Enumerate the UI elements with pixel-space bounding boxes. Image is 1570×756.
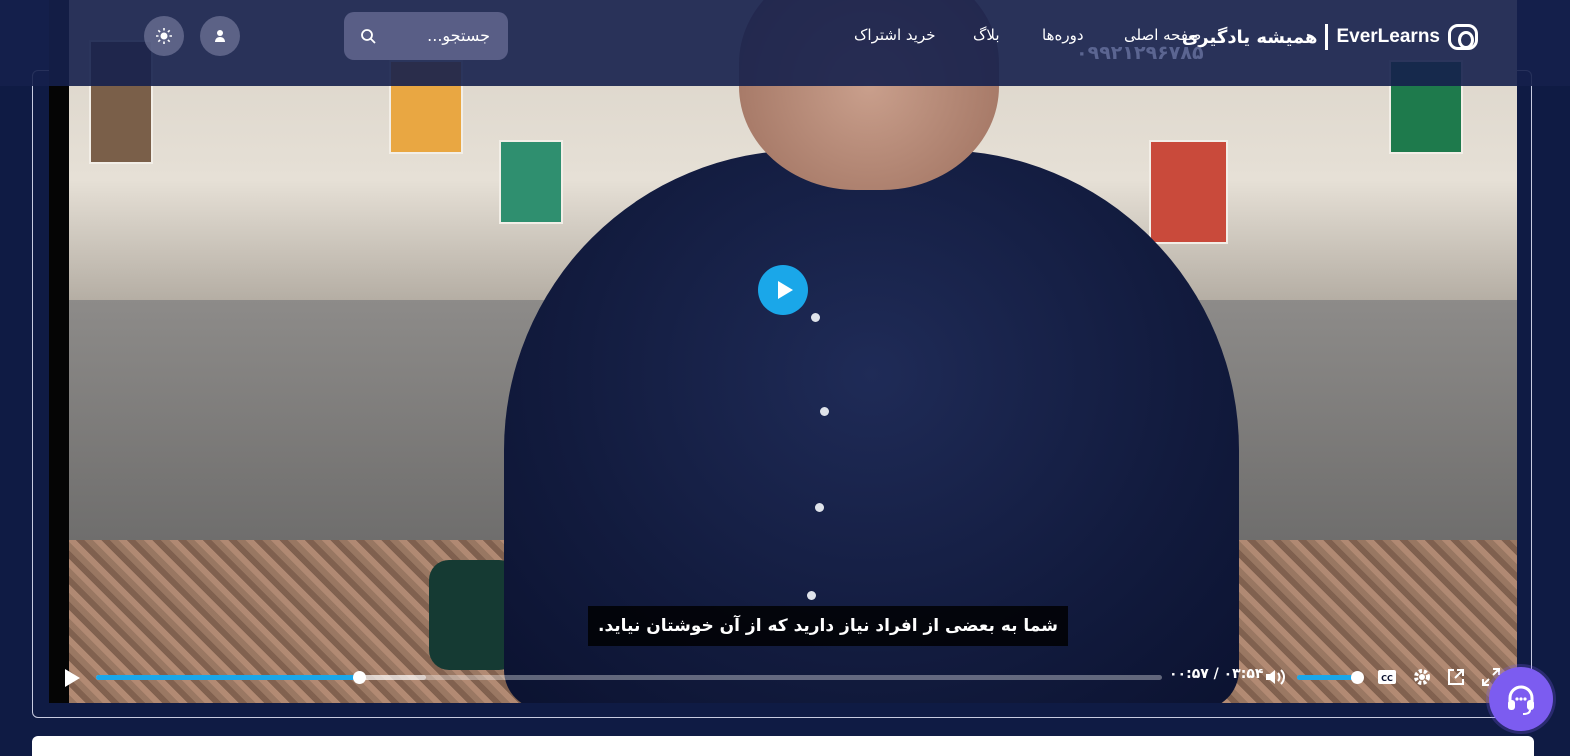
big-play-button[interactable] (758, 265, 808, 315)
time-display: ۰۰:۵۷ / ۰۳:۵۴ (1169, 666, 1264, 682)
nav-blog[interactable]: بلاگ (973, 26, 1000, 44)
settings-icon[interactable] (1410, 665, 1434, 689)
theme-toggle-button[interactable] (144, 16, 184, 56)
user-button[interactable] (200, 16, 240, 56)
nav-subscription[interactable]: خرید اشتراک (854, 26, 936, 44)
user-icon (215, 30, 225, 42)
video-controls: ۰۰:۵۷ / ۰۳:۵۴ CC (49, 655, 1517, 701)
progress-fill (96, 675, 360, 680)
captions-icon[interactable]: CC (1375, 665, 1399, 689)
pip-icon[interactable] (1444, 665, 1468, 689)
video-subtitle: شما به بعضی از افراد نیاز دارید که از آن… (588, 606, 1068, 646)
shirt-button (811, 313, 820, 322)
search-input[interactable] (378, 25, 492, 46)
search-box (344, 12, 508, 60)
shirt-button (815, 503, 824, 512)
logo-icon (1448, 24, 1478, 50)
sun-icon (156, 28, 172, 44)
site-header: همیشه یادگیری EverLearns ۰۹۹۲۱۲۹۶۷۸۵ صفح… (0, 0, 1570, 86)
support-button[interactable] (1489, 667, 1553, 731)
nav-courses[interactable]: دوره‌ها (1042, 26, 1084, 44)
wall-artwork (1149, 140, 1228, 244)
site-logo[interactable]: همیشه یادگیری EverLearns (1182, 20, 1478, 54)
play-icon[interactable] (65, 669, 80, 687)
volume-thumb[interactable] (1351, 671, 1364, 684)
search-icon[interactable] (360, 28, 376, 48)
nav-home[interactable]: صفحه اصلی (1124, 26, 1201, 44)
phone-number: ۰۹۹۲۱۲۹۶۷۸۵ (1076, 42, 1204, 64)
shirt-button (820, 407, 829, 416)
video-player[interactable] (49, 0, 1517, 703)
logo-text-en: EverLearns (1336, 26, 1440, 47)
volume-icon[interactable] (1263, 665, 1287, 689)
logo-divider (1325, 24, 1329, 50)
video-letterbox (49, 0, 69, 703)
progress-thumb[interactable] (353, 671, 367, 684)
shirt-button (807, 591, 816, 600)
svg-text:CC: CC (1381, 674, 1393, 683)
play-icon (777, 281, 793, 299)
volume-slider[interactable] (1297, 671, 1364, 684)
volume-fill (1297, 675, 1357, 680)
content-card (32, 736, 1534, 756)
wall-artwork (499, 140, 563, 224)
headset-icon (1508, 685, 1534, 715)
progress-bar[interactable] (96, 671, 1162, 684)
